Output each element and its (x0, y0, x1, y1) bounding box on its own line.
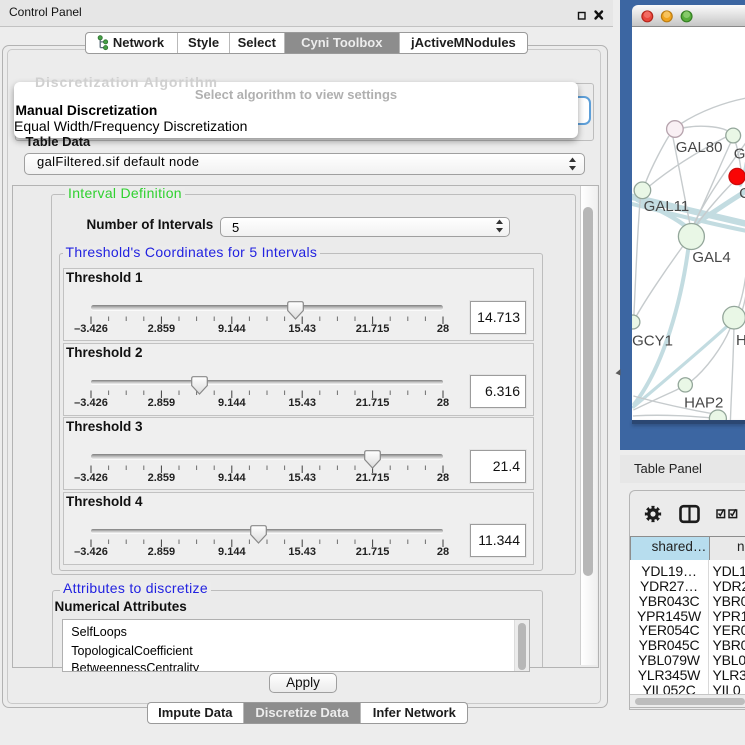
svg-text:GAL4: GAL4 (692, 249, 730, 266)
svg-text:GCY1: GCY1 (632, 332, 673, 349)
svg-text:GAL11: GAL11 (643, 198, 689, 215)
svg-text:H: H (736, 332, 745, 349)
svg-text:C: C (739, 185, 745, 202)
svg-text:GAL80: GAL80 (675, 139, 722, 156)
svg-text:GA: GA (733, 146, 745, 163)
svg-text:HAP2: HAP2 (684, 394, 723, 411)
